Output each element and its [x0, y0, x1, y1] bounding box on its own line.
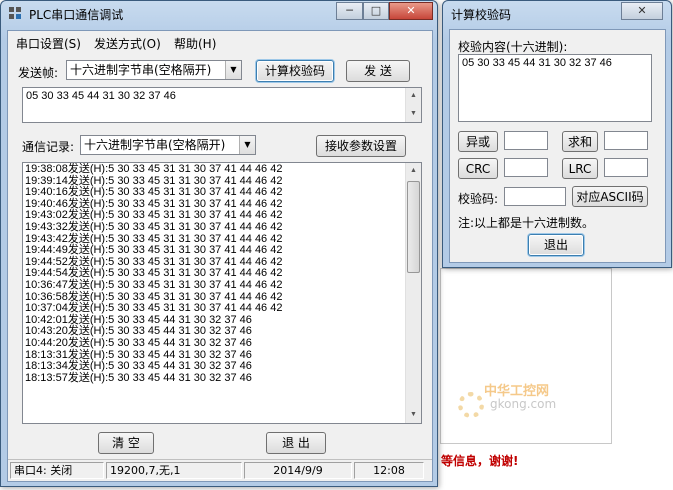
main-window-title: PLC串口通信调试	[29, 8, 124, 22]
checksum-titlebar[interactable]: 计算校验码 ✕	[443, 1, 671, 27]
checksum-window-title: 计算校验码	[451, 8, 512, 22]
scroll-up-icon[interactable]: ▲	[406, 88, 421, 104]
checksum-content-label: 校验内容(十六进制):	[458, 40, 568, 54]
log-line: 18:13:34发送(H):5 30 33 45 44 31 30 32 37 …	[25, 360, 252, 373]
scroll-thumb[interactable]	[407, 181, 420, 273]
ascii-button[interactable]: 对应ASCII码	[572, 186, 648, 207]
checksum-window: 计算校验码 ✕ 校验内容(十六进制): 05 30 33 45 44 31 30…	[442, 0, 672, 268]
main-window: PLC串口通信调试 ─ □ ✕ 串口设置(S) 发送方式(O) 帮助(H) 发送…	[0, 0, 438, 487]
maximize-icon: □	[370, 4, 382, 17]
exit-button[interactable]: 退 出	[266, 432, 326, 454]
lrc-result-field[interactable]	[604, 158, 648, 177]
log-line: 10:44:20发送(H):5 30 33 45 44 31 30 32 37 …	[25, 336, 252, 349]
sum-result-field[interactable]	[604, 131, 648, 150]
checksum-content-input[interactable]: 05 30 33 45 44 31 30 32 37 46	[458, 54, 652, 122]
close-icon: ✕	[406, 4, 416, 17]
checksum-exit-button[interactable]: 退出	[528, 234, 584, 256]
sum-button[interactable]: 求和	[562, 131, 598, 152]
checksum-client-area: 校验内容(十六进制): 05 30 33 45 44 31 30 32 37 4…	[449, 29, 666, 263]
menu-serial-settings[interactable]: 串口设置(S)	[16, 35, 81, 52]
send-button[interactable]: 发 送	[346, 60, 410, 82]
minimize-icon: ─	[346, 4, 353, 17]
status-time: 12:08	[354, 462, 424, 479]
status-params: 19200,7,无,1	[106, 462, 242, 479]
checksum-content-value: 05 30 33 45 44 31 30 32 37 46	[462, 57, 612, 69]
recv-settings-button[interactable]: 接收参数设置	[316, 135, 406, 157]
send-frame-label: 发送帧:	[18, 66, 59, 80]
scroll-down-icon[interactable]: ▼	[406, 106, 421, 122]
send-input-scrollbar[interactable]: ▲ ▼	[405, 88, 421, 122]
watermark-gear-icon	[458, 392, 484, 418]
send-mode-select[interactable]: 十六进制字节串(空格隔开) ▼	[66, 60, 242, 80]
log-line: 19:44:49发送(H):5 30 33 45 31 31 30 37 41 …	[25, 244, 283, 257]
log-line: 10:36:47发送(H):5 30 33 45 31 31 30 37 41 …	[25, 278, 283, 291]
maximize-button[interactable]: □	[363, 2, 389, 20]
calc-checksum-button[interactable]: 计算校验码	[256, 60, 334, 82]
send-data-input[interactable]: 05 30 33 45 44 31 30 32 37 46 ▲ ▼	[22, 87, 422, 123]
log-mode-value: 十六进制字节串(空格隔开)	[84, 138, 226, 152]
log-line: 19:43:32发送(H):5 30 33 45 31 31 30 37 41 …	[25, 220, 283, 233]
app-icon	[9, 7, 23, 21]
xor-button[interactable]: 异或	[458, 131, 498, 152]
scroll-down-icon[interactable]: ▼	[406, 407, 421, 423]
send-data-value: 05 30 33 45 44 31 30 32 37 46	[26, 90, 176, 102]
watermark-text-en: gkong.com	[490, 397, 557, 411]
status-bar: 串口4: 关闭 19200,7,无,1 2014/9/9 12:08	[8, 459, 432, 481]
log-line: 19:38:08发送(H):5 30 33 45 31 31 30 37 41 …	[25, 163, 283, 175]
chevron-down-icon[interactable]: ▼	[239, 136, 255, 154]
menu-bar: 串口设置(S) 发送方式(O) 帮助(H)	[8, 31, 432, 51]
checksum-result-field[interactable]	[504, 187, 566, 206]
crc-result-field[interactable]	[504, 158, 548, 177]
checksum-label: 校验码:	[458, 192, 499, 206]
status-date: 2014/9/9	[244, 462, 352, 479]
close-icon: ✕	[637, 4, 647, 17]
clear-button[interactable]: 清 空	[98, 432, 154, 454]
background-footer-text: 等信息，谢谢!	[441, 454, 519, 468]
scroll-up-icon[interactable]: ▲	[406, 163, 421, 179]
log-line: 10:37:04发送(H):5 30 33 45 31 31 30 37 41 …	[25, 302, 283, 315]
status-port: 串口4: 关闭	[10, 462, 104, 479]
log-line: 18:13:57发送(H):5 30 33 45 44 31 30 32 37 …	[25, 371, 252, 384]
xor-result-field[interactable]	[504, 131, 548, 150]
checksum-close-button[interactable]: ✕	[621, 2, 663, 20]
chevron-down-icon[interactable]: ▼	[225, 61, 241, 79]
main-titlebar[interactable]: PLC串口通信调试 ─ □ ✕	[1, 1, 437, 27]
send-mode-value: 十六进制字节串(空格隔开)	[70, 63, 212, 77]
log-scrollbar[interactable]: ▲ ▼	[405, 163, 421, 423]
menu-send-mode[interactable]: 发送方式(O)	[94, 35, 161, 52]
log-mode-select[interactable]: 十六进制字节串(空格隔开) ▼	[80, 135, 256, 155]
close-button[interactable]: ✕	[389, 2, 433, 20]
minimize-button[interactable]: ─	[336, 2, 363, 20]
checksum-note: 注:以上都是十六进制数。	[458, 216, 595, 230]
lrc-button[interactable]: LRC	[562, 158, 598, 179]
comm-log-label: 通信记录:	[22, 140, 75, 154]
background-panel	[440, 268, 612, 444]
comm-log-list[interactable]: 19:38:08发送(H):5 30 33 45 31 31 30 37 41 …	[22, 162, 422, 424]
main-client-area: 串口设置(S) 发送方式(O) 帮助(H) 发送帧: 十六进制字节串(空格隔开)…	[7, 30, 433, 482]
crc-button[interactable]: CRC	[458, 158, 498, 179]
menu-help[interactable]: 帮助(H)	[174, 35, 216, 52]
log-lines: 19:38:08发送(H):5 30 33 45 31 31 30 37 41 …	[25, 163, 403, 384]
